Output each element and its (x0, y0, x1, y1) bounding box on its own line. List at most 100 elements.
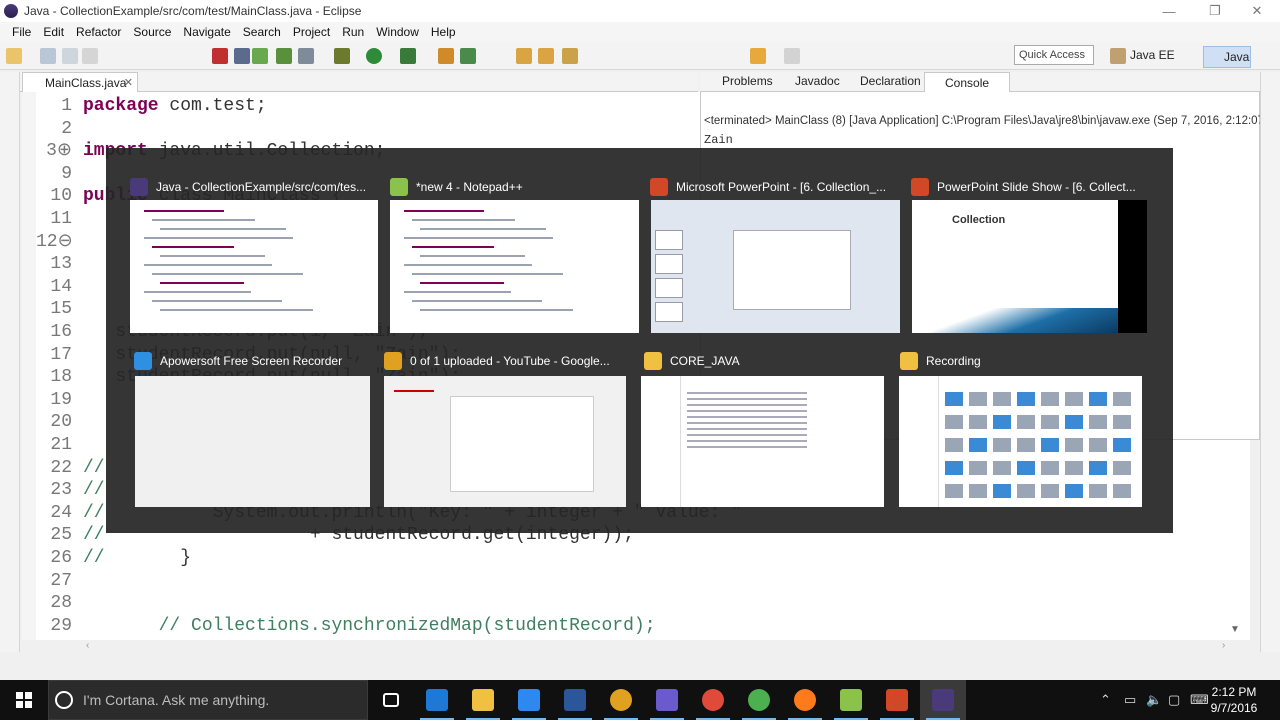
open-folder-icon[interactable] (516, 48, 532, 64)
horizontal-scrollbar[interactable]: ‹ › (22, 640, 1250, 654)
taskbar-powerpoint[interactable] (874, 680, 920, 720)
tab-javadoc[interactable]: Javadoc (795, 74, 840, 88)
open-type-icon[interactable] (460, 48, 476, 64)
switcher-thumbnail[interactable] (384, 376, 626, 507)
code-line[interactable]: 21 (36, 434, 83, 456)
quick-access-field[interactable]: Quick Access (1014, 45, 1094, 65)
switcher-thumbnail[interactable] (651, 200, 900, 333)
thumbnail-detail (687, 428, 807, 430)
tab-problems[interactable]: Problems (722, 74, 773, 88)
file-thumbnail (1089, 392, 1107, 406)
forward-icon[interactable] (784, 48, 800, 64)
menu-navigate[interactable]: Navigate (177, 25, 236, 39)
code-line[interactable]: 29 // Collections.synchronizedMap(studen… (36, 615, 655, 637)
console-output: Zain (704, 133, 733, 147)
restore-button[interactable]: ❐ (1192, 0, 1238, 22)
switcher-thumbnail[interactable]: Collection (912, 200, 1147, 333)
code-line[interactable]: 13 (36, 253, 83, 275)
taskbar-edge[interactable] (414, 680, 460, 720)
minimize-button[interactable]: — (1146, 0, 1192, 22)
network-icon[interactable]: ▭ (1124, 692, 1136, 708)
code-line[interactable]: 27 (36, 570, 83, 592)
start-button[interactable] (0, 680, 48, 720)
menu-run[interactable]: Run (336, 25, 370, 39)
taskbar-app-purple[interactable] (644, 680, 690, 720)
scroll-right-icon[interactable]: › (1222, 640, 1225, 651)
taskbar-eclipse[interactable] (920, 680, 966, 720)
menu-source[interactable]: Source (127, 25, 177, 39)
code-line[interactable]: 14 (36, 276, 83, 298)
tab-console[interactable]: Console (924, 72, 1010, 92)
scroll-left-icon[interactable]: ‹ (86, 640, 89, 651)
switcher-thumbnail[interactable] (130, 200, 378, 333)
perspective-java[interactable]: Java (1203, 46, 1251, 68)
code-line[interactable]: 9 (36, 163, 83, 185)
menu-file[interactable]: File (6, 25, 37, 39)
cortana-search-box[interactable]: I'm Cortana. Ask me anything. (48, 680, 368, 720)
menu-refactor[interactable]: Refactor (70, 25, 127, 39)
menu-project[interactable]: Project (287, 25, 336, 39)
skip-icon[interactable] (234, 48, 250, 64)
perspective-java-ee[interactable]: Java EE (1130, 48, 1175, 62)
save-all-icon[interactable] (62, 48, 78, 64)
switcher-thumbnail[interactable] (641, 376, 884, 507)
new-icon[interactable] (6, 48, 22, 64)
taskbar-task-view[interactable] (368, 680, 414, 720)
close-button[interactable]: ✕ (1234, 0, 1280, 22)
taskbar-clock[interactable]: 2:12 PM 9/7/2016 (1210, 684, 1258, 716)
code-line[interactable]: 11 (36, 208, 83, 230)
taskbar-app-green[interactable] (736, 680, 782, 720)
search-icon[interactable] (562, 48, 578, 64)
code-line[interactable]: 19 (36, 389, 83, 411)
taskbar-store[interactable] (506, 680, 552, 720)
line-number: 29 (50, 615, 72, 636)
taskbar-file-explorer[interactable] (460, 680, 506, 720)
file-thumbnail (993, 438, 1011, 452)
task-icon[interactable] (276, 48, 292, 64)
print-icon[interactable] (82, 48, 98, 64)
run-icon[interactable] (366, 48, 382, 64)
menu-window[interactable]: Window (370, 25, 425, 39)
back-icon[interactable] (750, 48, 766, 64)
debug-icon[interactable] (334, 48, 350, 64)
taskbar-app-red[interactable] (690, 680, 736, 720)
tab-mainclass-java[interactable]: MainClass.java ✕ (22, 72, 138, 92)
switcher-thumbnail[interactable] (899, 376, 1142, 507)
code-line[interactable]: 22 // (36, 457, 104, 479)
menu-help[interactable]: Help (425, 25, 462, 39)
taskbar-word[interactable] (552, 680, 598, 720)
tray-chevron-icon[interactable]: ⌃ (1100, 692, 1111, 708)
new-class-icon[interactable] (438, 48, 454, 64)
save-icon[interactable] (40, 48, 56, 64)
code-line[interactable]: 1 package com.test; (36, 95, 266, 117)
code-line[interactable]: 2 (36, 118, 83, 140)
code-line[interactable]: 12⊖ (36, 231, 83, 253)
open-task-icon[interactable] (538, 48, 554, 64)
code-line[interactable]: 20 (36, 411, 83, 433)
close-icon[interactable]: ✕ (124, 76, 133, 89)
code-line[interactable]: 26 // } (36, 547, 191, 569)
file-thumbnail (993, 461, 1011, 475)
code-line[interactable]: 23 // (36, 479, 104, 501)
coverage-icon[interactable] (400, 48, 416, 64)
volume-icon[interactable]: 🔈 (1146, 692, 1162, 708)
terminal-icon[interactable] (252, 48, 268, 64)
code-line[interactable]: 28 (36, 592, 83, 614)
switcher-thumbnail[interactable] (135, 376, 370, 507)
action-center-icon[interactable]: ▢ (1168, 692, 1180, 708)
menu-edit[interactable]: Edit (37, 25, 70, 39)
taskbar-firefox[interactable] (782, 680, 828, 720)
tab-declaration[interactable]: Declaration (860, 74, 921, 88)
taskbar-notepad-plus-plus[interactable] (828, 680, 874, 720)
menu-search[interactable]: Search (237, 25, 287, 39)
taskbar-chrome[interactable] (598, 680, 644, 720)
keyboard-icon[interactable]: ⌨ (1190, 692, 1209, 708)
switcher-thumbnail[interactable] (390, 200, 639, 333)
thumbnail-detail (160, 309, 313, 311)
toggle-icon[interactable] (298, 48, 314, 64)
scroll-down-icon[interactable]: ▼ (1230, 624, 1240, 635)
code-line[interactable]: 15 (36, 298, 83, 320)
stop-icon[interactable] (212, 48, 228, 64)
thumbnail-detail (687, 422, 807, 424)
open-perspective-icon[interactable] (1110, 48, 1126, 64)
